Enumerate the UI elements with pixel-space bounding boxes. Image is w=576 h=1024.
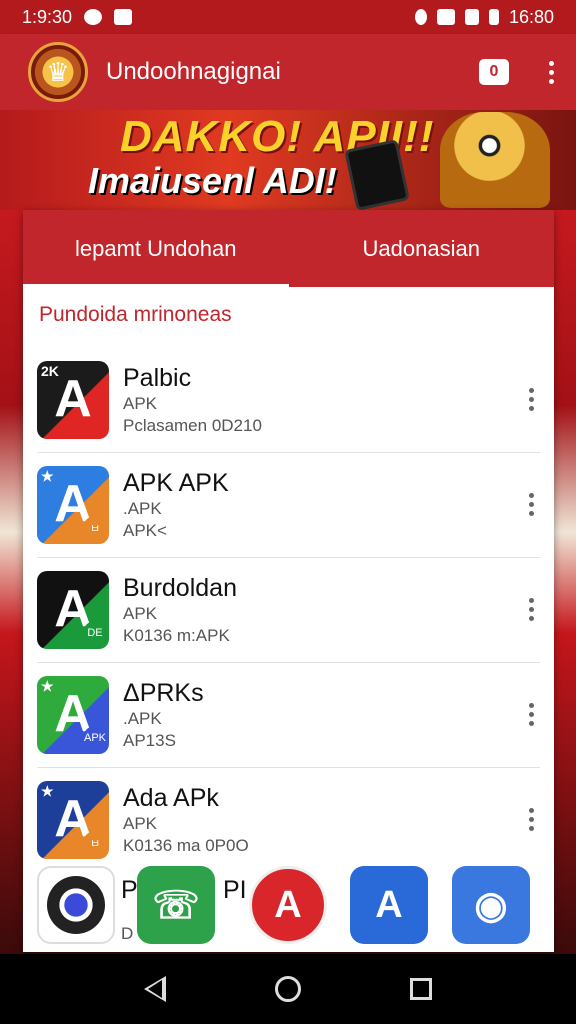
circle-camera-icon [47,876,105,934]
section-title: Pundoida mrinoneas [39,303,232,326]
app-detail: Pclasamen 0D210 [123,415,262,435]
dock-app-4[interactable]: A [350,866,428,944]
app-name: Ada APk [123,783,219,812]
list-item[interactable]: 2K A Palbic APK Pclasamen 0D210 [23,347,554,452]
app-name: ΔPRKs [123,678,204,707]
list-item[interactable]: ★ A ㅂ Ada APk APK K0136 ma 0P0O [23,767,554,872]
app-detail: APK< [123,520,167,540]
more-options-icon[interactable] [523,487,540,522]
back-icon[interactable] [144,976,167,1002]
list-item[interactable]: ★ A ㅂ APK APK .APK APK< [23,452,554,557]
app-badge-icon: ㅂ [83,515,107,540]
app-meta: Palbic APK Pclasamen 0D210 [123,363,262,437]
app-detail: AP13S [123,730,176,750]
dock-app-1[interactable] [37,866,115,944]
tab-first[interactable]: lepamt Undohan [23,210,289,287]
app-meta: ΔPRKs .APK AP13S [123,678,204,752]
dock-app-3[interactable]: A [249,866,327,944]
mascot-illustration [440,112,550,208]
status-bar: 1:9:30 16:80 [0,0,576,34]
app-icon[interactable]: ★ A ㅂ [37,465,109,544]
more-options-icon[interactable] [523,592,540,627]
overflow-menu-button[interactable] [543,57,560,88]
camera-button[interactable]: 0 [479,59,509,85]
list-item[interactable]: ★ A APK ΔPRKs .APK AP13S [23,662,554,767]
camera-icon: 0 [489,63,499,80]
app-list: 2K A Palbic APK Pclasamen 0D210 ★ A ㅂ APK APK .AP… [23,347,554,872]
app-name: APK APK [123,468,229,497]
signal-icon [464,9,479,25]
dock-app-2[interactable]: ☏ [137,866,215,944]
notification-icon [84,9,103,25]
app-bar: ♛ Undoohnagignai 0 [0,34,576,110]
app-icon[interactable]: A DE [37,570,109,649]
banner-subline: Imaiusenl ADI! [88,160,337,201]
app-meta: APK APK .APK APK< [123,468,229,542]
app-badge-icon: APK [83,725,107,750]
tab-second[interactable]: Uadonasian [289,210,555,287]
promo-banner[interactable]: DAKKO! APII!! Imaiusenl ADI! [0,110,576,210]
app-type: APK [123,393,158,413]
app-icon[interactable]: ★ A APK [37,675,109,754]
home-icon[interactable] [274,976,301,1002]
app-logo[interactable]: ♛ [28,42,88,102]
app-meta: Ada APk APK K0136 ma 0P0O [123,783,249,857]
status-time-right: 16:80 [508,6,554,27]
app-detail: K0136 ma 0P0O [123,835,249,855]
more-options-icon[interactable] [523,802,540,837]
status-time-left: 1:9:30 [22,6,73,27]
more-options-icon[interactable] [523,382,540,417]
dock-app-5[interactable]: ◉ [452,866,530,944]
app-detail: K0136 m:APK [123,625,230,645]
partial-row-suffix: PI [223,876,247,904]
gallery-notification-icon [114,9,133,25]
bottom-app-row: ☏ A A ◉ P PI D [23,862,554,954]
partial-row-line2: D [121,924,134,943]
wifi-icon [436,9,455,25]
app-type: .APK [123,498,162,518]
app-type: APK [123,603,158,623]
app-title: Undoohnagignai [106,58,281,85]
app-type: APK [123,813,158,833]
bluetooth-icon [414,9,427,25]
recents-icon[interactable] [409,978,432,1000]
app-name: Palbic [123,363,192,392]
app-icon-glyph: A [54,369,92,428]
app-type: .APK [123,708,162,728]
more-options-icon[interactable] [523,697,540,732]
tab-bar: lepamt Undohan Uadonasian [23,210,554,287]
app-name: Burdoldan [123,573,237,602]
system-nav-bar [0,954,576,1024]
app-badge-icon: ㅂ [83,830,107,855]
app-badge-icon: DE [83,620,107,645]
app-icon[interactable]: ★ A ㅂ [37,780,109,859]
app-list-card: lepamt Undohan Uadonasian Pundoida mrino… [23,210,554,952]
app-icon[interactable]: 2K A [37,360,109,439]
list-item[interactable]: A DE Burdoldan APK K0136 m:APK [23,557,554,662]
battery-icon [488,9,499,25]
partial-row-name: P [121,876,138,904]
app-meta: Burdoldan APK K0136 m:APK [123,573,237,647]
